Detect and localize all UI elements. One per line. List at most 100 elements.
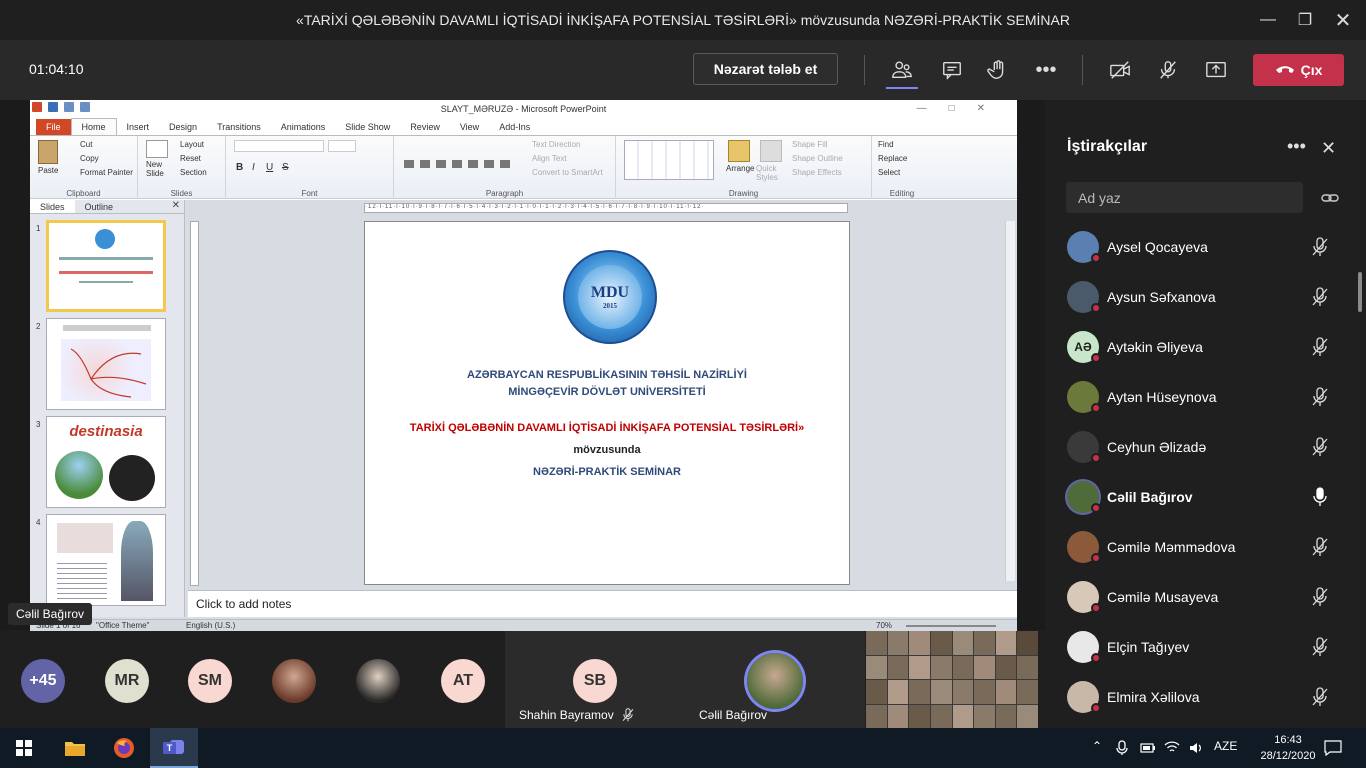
find-button[interactable]: Find	[878, 140, 894, 149]
notes-pane[interactable]: Click to add notes	[188, 590, 1017, 617]
pane-tab-outline[interactable]: Outline	[75, 200, 124, 213]
participants-icon[interactable]	[890, 58, 914, 82]
file-explorer-icon[interactable]	[51, 728, 99, 768]
avatar[interactable]: SM	[188, 659, 232, 703]
quick-styles-button[interactable]: Quick Styles	[756, 164, 784, 182]
arrange-icon[interactable]	[728, 140, 750, 162]
participant-tile[interactable]: SB Shahin Bayramov	[505, 631, 685, 728]
font-name-select[interactable]	[234, 140, 324, 152]
tab-design[interactable]: Design	[159, 119, 207, 135]
participant-row[interactable]: Elmira Xəlilova	[1045, 672, 1355, 722]
tab-insert[interactable]: Insert	[117, 119, 160, 135]
zoom-slider[interactable]	[906, 625, 996, 627]
shape-fill-button[interactable]: Shape Fill	[792, 140, 828, 149]
cut-button[interactable]: Cut	[80, 140, 92, 149]
mic-off-icon[interactable]	[1156, 58, 1180, 82]
quick-styles-icon[interactable]	[760, 140, 782, 162]
avatar[interactable]: AT	[441, 659, 485, 703]
text-direction-button[interactable]: Text Direction	[532, 140, 580, 149]
undo-icon[interactable]	[64, 102, 74, 112]
tab-review[interactable]: Review	[400, 119, 450, 135]
teams-icon[interactable]: T	[150, 728, 198, 768]
slide-thumbnail[interactable]: 1	[30, 220, 170, 312]
participant-tile[interactable]: Cəlil Bağırov	[685, 631, 865, 728]
pane-close-icon[interactable]: ✕	[172, 200, 180, 211]
taskbar-clock[interactable]: 16:43 28/12/2020	[1258, 732, 1318, 764]
tab-add-ins[interactable]: Add-Ins	[489, 119, 540, 135]
start-icon[interactable]	[0, 728, 48, 768]
italic-button[interactable]: I	[252, 162, 255, 173]
participant-row[interactable]: Aysun Səfxanova	[1045, 272, 1355, 322]
overflow-participants-button[interactable]: +45	[21, 659, 65, 703]
leave-button[interactable]: Çıx	[1253, 54, 1344, 86]
participant-row[interactable]: Aytən Hüseynova	[1045, 372, 1355, 422]
thumb-4[interactable]	[46, 514, 166, 606]
slide-scrollbar[interactable]	[1005, 221, 1015, 581]
slide-thumbnail[interactable]: 3 destinasia	[30, 416, 170, 508]
participant-row[interactable]: AƏ Aytəkin Əliyeva	[1045, 322, 1355, 372]
format-painter-button[interactable]: Format Painter	[80, 168, 133, 177]
new-slide-button[interactable]: New Slide	[146, 160, 172, 178]
panel-close-icon[interactable]: ✕	[1321, 138, 1336, 159]
current-slide[interactable]: MDU 2015 AZƏRBAYCAN RESPUBLİKASININ TƏHS…	[364, 221, 850, 585]
shape-outline-button[interactable]: Shape Outline	[792, 154, 843, 163]
share-screen-icon[interactable]	[1204, 58, 1228, 82]
tab-transitions[interactable]: Transitions	[207, 119, 271, 135]
thumb-2[interactable]	[46, 318, 166, 410]
participant-row[interactable]: Cəmilə Məmmədova	[1045, 522, 1355, 572]
replace-button[interactable]: Replace	[878, 154, 907, 163]
thumb-1[interactable]	[46, 220, 166, 312]
shape-effects-button[interactable]: Shape Effects	[792, 168, 842, 177]
bold-button[interactable]: B	[236, 162, 243, 173]
thumb-3[interactable]: destinasia	[46, 416, 166, 508]
language-indicator[interactable]: AZE	[1214, 739, 1237, 753]
paragraph-align-icons[interactable]	[404, 160, 514, 168]
chat-icon[interactable]	[940, 58, 964, 82]
raise-hand-icon[interactable]	[986, 58, 1010, 82]
select-button[interactable]: Select	[878, 168, 900, 177]
slide-thumbnail[interactable]: 2	[30, 318, 170, 410]
participant-row[interactable]: Ceyhun Əlizadə	[1045, 422, 1355, 472]
shapes-gallery[interactable]	[624, 140, 714, 180]
participant-row[interactable]: Elçin Tağıyev	[1045, 622, 1355, 672]
panel-more-icon[interactable]: •••	[1287, 136, 1306, 157]
font-size-select[interactable]	[328, 140, 356, 152]
align-text-button[interactable]: Align Text	[532, 154, 567, 163]
status-zoom[interactable]: 70%	[876, 621, 892, 630]
paste-icon[interactable]	[38, 140, 58, 164]
wifi-icon[interactable]	[1164, 740, 1180, 754]
request-control-button[interactable]: Nəzarət tələb et	[693, 53, 838, 85]
slide-thumbnail[interactable]: 4	[30, 514, 170, 606]
pane-tab-slides[interactable]: Slides	[30, 200, 75, 213]
tray-chevron-icon[interactable]: ⌃	[1092, 739, 1102, 753]
battery-icon[interactable]	[1140, 742, 1156, 754]
volume-icon[interactable]	[1188, 740, 1204, 756]
avatar[interactable]: MR	[105, 659, 149, 703]
camera-off-icon[interactable]	[1108, 58, 1132, 82]
notifications-icon[interactable]	[1324, 740, 1342, 756]
tab-home[interactable]: Home	[70, 118, 117, 135]
avatar[interactable]	[272, 659, 316, 703]
close-icon[interactable]: ✕	[1320, 0, 1366, 40]
participant-row[interactable]: Cəmilə Musayeva	[1045, 572, 1355, 622]
panel-scrollbar[interactable]	[1358, 272, 1362, 312]
participant-search-input[interactable]	[1066, 182, 1303, 213]
underline-button[interactable]: U	[266, 162, 273, 173]
redo-icon[interactable]	[80, 102, 90, 112]
section-button[interactable]: Section	[180, 168, 207, 177]
arrange-button[interactable]: Arrange	[726, 164, 754, 173]
layout-button[interactable]: Layout	[180, 140, 204, 149]
more-actions-icon[interactable]: •••	[1034, 58, 1058, 82]
share-link-icon[interactable]	[1321, 190, 1339, 206]
microphone-tray-icon[interactable]	[1116, 740, 1128, 756]
participant-row[interactable]: Aysel Qocayeva	[1045, 222, 1355, 272]
participant-row[interactable]: Cəlil Bağırov	[1045, 472, 1355, 522]
strikethrough-button[interactable]: S	[282, 162, 289, 173]
tab-animations[interactable]: Animations	[271, 119, 336, 135]
convert-smartart-button[interactable]: Convert to SmartArt	[532, 168, 603, 177]
ppt-window-controls[interactable]: —□✕	[917, 100, 1007, 118]
avatar[interactable]	[356, 659, 400, 703]
paste-button[interactable]: Paste	[38, 166, 58, 175]
tab-view[interactable]: View	[450, 119, 489, 135]
new-slide-icon[interactable]	[146, 140, 168, 158]
